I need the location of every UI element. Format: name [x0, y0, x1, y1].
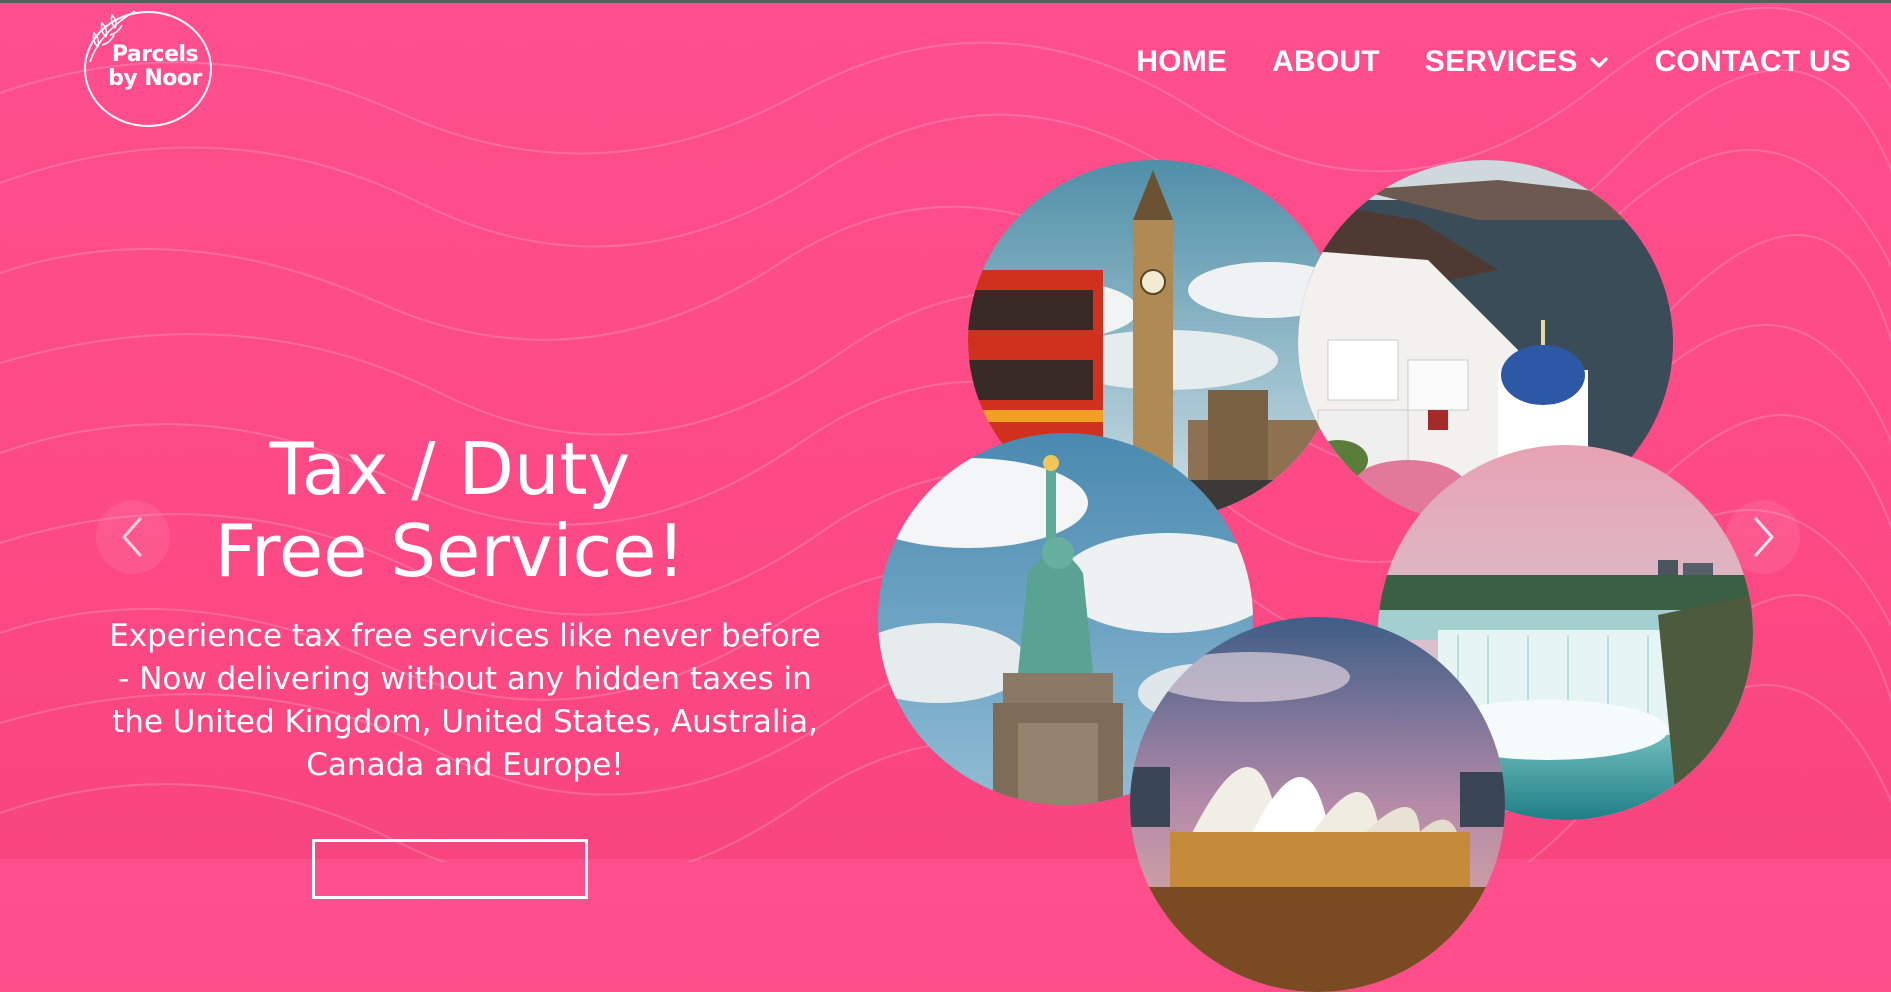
site-logo[interactable]: Parcels by Noor: [80, 7, 212, 127]
logo-line-1: Parcels: [111, 42, 199, 67]
main-navigation: HOME ABOUT SERVICES CONTACT US: [1136, 45, 1851, 79]
hero-title-line-1: Tax / Duty: [269, 427, 631, 511]
nav-contact-us[interactable]: CONTACT US: [1655, 45, 1851, 79]
nav-about[interactable]: ABOUT: [1272, 45, 1380, 79]
nav-contact-label: CONTACT US: [1654, 45, 1851, 78]
hero-cta-button[interactable]: [312, 839, 588, 899]
sydney-opera-house-photo: [1130, 617, 1505, 992]
chevron-left-icon: [122, 517, 142, 557]
nav-services[interactable]: SERVICES: [1425, 45, 1610, 79]
hero-description: Experience tax free services like never …: [109, 618, 821, 783]
logo-text: Parcels by Noor: [100, 43, 210, 91]
nav-home-label: HOME: [1136, 45, 1228, 78]
carousel-prev-button[interactable]: [96, 500, 170, 574]
chevron-right-icon: [1754, 517, 1774, 557]
chevron-down-icon: [1589, 57, 1608, 68]
nav-services-label: SERVICES: [1424, 45, 1578, 78]
nav-about-label: ABOUT: [1272, 45, 1380, 78]
nav-home[interactable]: HOME: [1136, 45, 1227, 79]
logo-line-2: by Noor: [108, 66, 202, 91]
hero-title: Tax / Duty Free Service!: [90, 428, 810, 592]
hero-title-line-2: Free Service!: [214, 509, 686, 593]
